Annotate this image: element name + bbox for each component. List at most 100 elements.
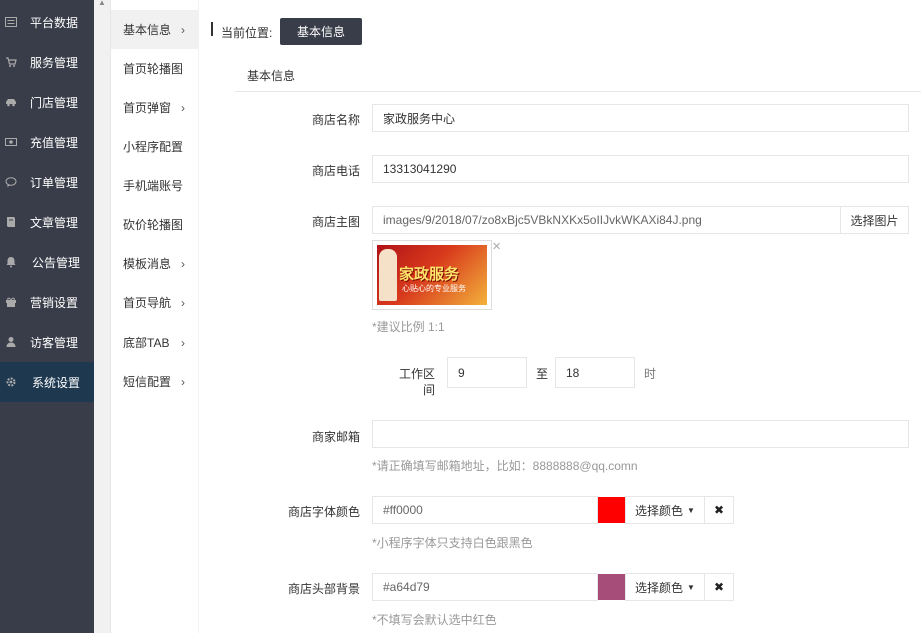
work-hours-to-label: 至 — [536, 367, 549, 381]
submenu-item-home-popup[interactable]: 首页弹窗 › — [111, 88, 198, 127]
caret-down-icon: ▼ — [687, 505, 695, 515]
close-icon: ✖ — [713, 503, 725, 517]
submenu-label: 底部TAB — [123, 336, 170, 350]
submenu-label: 首页弹窗 — [123, 101, 172, 115]
submenu-label: 首页导航 — [123, 296, 172, 310]
font-color-clear-button[interactable]: ✖ — [704, 496, 734, 524]
shop-name-label: 商店名称 — [312, 113, 361, 127]
font-color-label: 商店字体颜色 — [288, 505, 361, 519]
color-picker-label: 选择颜色 — [635, 580, 684, 595]
main-content: 当前位置: 基本信息 基本信息 商店名称 家政服务中心 商店电话 1331304… — [199, 0, 921, 633]
nav-item-system-settings[interactable]: 系统设置 — [0, 362, 94, 402]
gear-icon — [5, 376, 17, 388]
work-hours-end-input[interactable]: 18 — [555, 357, 635, 388]
submenu-item-home-carousel[interactable]: 首页轮播图 — [111, 49, 198, 88]
submenu-label: 基本信息 — [123, 23, 172, 37]
submenu-label: 首页轮播图 — [123, 62, 184, 76]
shop-phone-label: 商店电话 — [312, 164, 361, 178]
email-label: 商家邮箱 — [312, 430, 361, 444]
header-bg-hint: *不填写会默认选中红色 — [372, 613, 497, 627]
shop-image-hint: *建议比例 1:1 — [372, 320, 445, 334]
work-hours-label-line1: 工作区 — [399, 367, 436, 381]
nav-item-order-management[interactable]: 订单管理 — [0, 162, 94, 202]
sidebar-scrollbar[interactable]: ▲ — [94, 0, 111, 633]
header-bg-clear-button[interactable]: ✖ — [704, 573, 734, 601]
maid-figure-icon — [379, 249, 397, 301]
nav-item-service-management[interactable]: 服务管理 — [0, 42, 94, 82]
shop-name-input[interactable]: 家政服务中心 — [372, 104, 909, 132]
header-bg-picker-button[interactable]: 选择颜色 ▼ — [625, 573, 705, 601]
font-color-swatch — [598, 497, 625, 523]
header-bg-input[interactable]: #a64d79 — [372, 573, 598, 601]
car-icon — [5, 96, 17, 108]
shop-image-label: 商店主图 — [312, 215, 361, 229]
color-picker-label: 选择颜色 — [635, 503, 684, 518]
nav-label: 平台数据 — [30, 15, 79, 30]
header-bg-label: 商店头部背景 — [288, 582, 361, 596]
submenu-item-home-nav[interactable]: 首页导航 › — [111, 283, 198, 322]
sub-menu: 基本信息 › 首页轮播图 首页弹窗 › 小程序配置 手机端账号 砍价轮播图 模板… — [111, 0, 198, 633]
shop-phone-input[interactable]: 13313041290 — [372, 155, 909, 183]
main-sidebar: 平台数据 服务管理 门店管理 充值管理 订单管理 文章管理 公告管理 营销设置 … — [0, 0, 94, 633]
submenu-label: 短信配置 — [123, 375, 172, 389]
submenu-label: 砍价轮播图 — [123, 218, 184, 232]
submenu-item-sms-config[interactable]: 短信配置 › — [111, 362, 198, 401]
header-bg-swatch — [598, 574, 625, 600]
chevron-right-icon: › — [181, 100, 185, 115]
section-divider — [235, 91, 921, 92]
email-hint: *请正确填写邮箱地址，比如：8888888@qq.comn — [372, 459, 638, 473]
chevron-right-icon: › — [181, 335, 185, 350]
submenu-item-miniprogram-config[interactable]: 小程序配置 — [111, 127, 198, 166]
submenu-item-template-message[interactable]: 模板消息 › — [111, 244, 198, 283]
nav-label: 门店管理 — [30, 95, 79, 110]
chevron-right-icon: › — [181, 374, 185, 389]
chevron-right-icon: › — [181, 256, 185, 271]
cart-icon — [5, 56, 17, 68]
work-hours-unit: 时 — [644, 367, 657, 381]
submenu-label: 手机端账号 — [123, 179, 184, 193]
shop-image-preview: 家政服务 心贴心的专业服务 — [377, 245, 487, 305]
nav-item-recharge-management[interactable]: 充值管理 — [0, 122, 94, 162]
nav-item-marketing-settings[interactable]: 营销设置 — [0, 282, 94, 322]
nav-item-visitor-management[interactable]: 访客管理 — [0, 322, 94, 362]
nav-item-platform-data[interactable]: 平台数据 — [0, 2, 94, 42]
font-color-input[interactable]: #ff0000 — [372, 496, 598, 524]
submenu-item-bottom-tab[interactable]: 底部TAB › — [111, 323, 198, 362]
breadcrumb-marker — [211, 22, 213, 36]
nav-item-notice-management[interactable]: 公告管理 — [0, 242, 94, 282]
work-hours-label-line2: 间 — [423, 383, 436, 397]
dashboard-icon — [5, 16, 17, 28]
section-title: 基本信息 — [247, 69, 296, 83]
gift-icon — [5, 296, 17, 308]
nav-label: 营销设置 — [30, 295, 79, 310]
submenu-item-basic-info[interactable]: 基本信息 › — [111, 10, 198, 49]
thumb-title: 家政服务 — [399, 266, 460, 283]
comment-icon — [5, 176, 17, 188]
chevron-right-icon: › — [181, 22, 185, 37]
select-image-button[interactable]: 选择图片 — [840, 206, 909, 234]
nav-label: 充值管理 — [30, 135, 79, 150]
book-icon — [5, 216, 17, 228]
caret-down-icon: ▼ — [687, 582, 695, 592]
font-color-hint: *小程序字体只支持白色跟黑色 — [372, 536, 533, 550]
money-icon — [5, 136, 17, 148]
remove-image-icon[interactable]: ✕ — [492, 240, 501, 253]
shop-image-thumbnail[interactable]: 家政服务 心贴心的专业服务 — [372, 240, 492, 310]
submenu-item-bargain-carousel[interactable]: 砍价轮播图 — [111, 205, 198, 244]
breadcrumb-current-button[interactable]: 基本信息 — [280, 18, 362, 45]
nav-label: 公告管理 — [32, 255, 81, 270]
nav-label: 系统设置 — [32, 375, 81, 390]
nav-item-article-management[interactable]: 文章管理 — [0, 202, 94, 242]
user-icon — [5, 336, 17, 348]
nav-item-store-management[interactable]: 门店管理 — [0, 82, 94, 122]
close-icon: ✖ — [713, 580, 725, 594]
shop-image-path-input[interactable]: images/9/2018/07/zo8xBjc5VBkNXKx5oIIJvkW… — [372, 206, 841, 234]
email-input[interactable] — [372, 420, 909, 448]
work-hours-start-input[interactable]: 9 — [447, 357, 527, 388]
submenu-label: 模板消息 — [123, 257, 172, 271]
nav-label: 文章管理 — [30, 215, 79, 230]
submenu-item-mobile-account[interactable]: 手机端账号 — [111, 166, 198, 205]
font-color-picker-button[interactable]: 选择颜色 ▼ — [625, 496, 705, 524]
scroll-up-icon[interactable]: ▲ — [98, 0, 106, 7]
nav-label: 服务管理 — [30, 55, 79, 70]
